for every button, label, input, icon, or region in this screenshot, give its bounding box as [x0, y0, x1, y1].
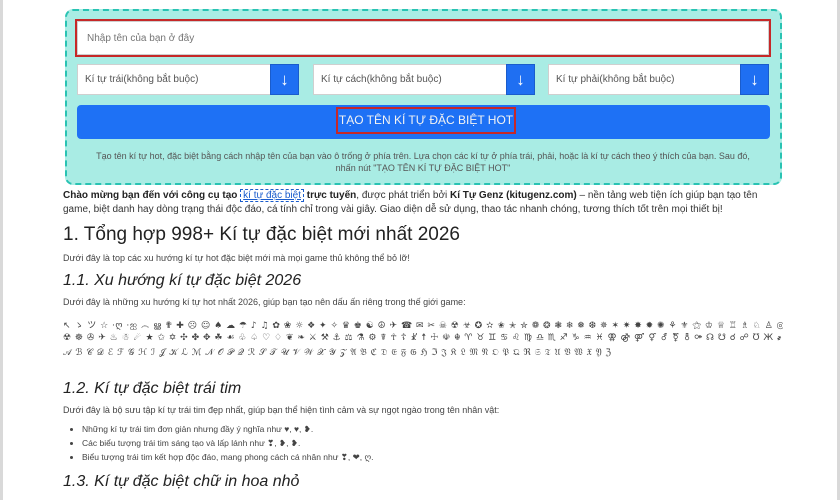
middle-char-select[interactable]: Kí tự cách(không bắt buộc): [313, 64, 507, 95]
section-1-title: 1. Tổng hợp 998+ Kí tự đặc biệt mới nhất…: [63, 224, 460, 245]
section-1-3-title: 1.3. Kí tự đặc biệt chữ in hoa nhỏ: [63, 473, 300, 490]
left-char-select[interactable]: Kí tự trái(không bắt buộc): [77, 64, 271, 95]
list-item: Các biểu tượng trái tim sáng tạo và lấp …: [82, 438, 374, 449]
section-1-1-desc: Dưới đây là những xu hướng kí tự hot nhấ…: [63, 297, 466, 307]
list-item: Biểu tượng trái tim kết hợp độc đáo, man…: [82, 452, 374, 463]
intro-bold-after-link: trực tuyến: [306, 190, 357, 201]
right-char-select[interactable]: Kí tự phải(không bắt buộc): [548, 64, 741, 95]
heart-bullet-list: Những kí tự trái tim đơn giản nhưng đầy …: [70, 424, 374, 466]
left-select-arrow-icon[interactable]: ↓: [270, 64, 299, 95]
list-item: Những kí tự trái tim đơn giản nhưng đầy …: [82, 424, 374, 435]
intro-brand: Kí Tự Genz (kitugenz.com): [450, 190, 577, 201]
section-1-1-title: 1.1. Xu hướng kí tự đặc biệt 2026: [63, 272, 302, 289]
section-1-2-desc: Dưới đây là bộ sưu tập kí tự trái tim đẹ…: [63, 405, 500, 415]
section-1-desc: Dưới đây là top các xu hướng kí tự hot đ…: [63, 253, 410, 263]
form-hint: Tạo tên kí tự hot, đặc biệt bằng cách nh…: [96, 151, 750, 173]
section-1-2-title: 1.2. Kí tự đặc biệt trái tim: [63, 380, 242, 397]
intro-lead: Chào mừng bạn đến với công cụ tạo: [63, 190, 238, 201]
symbols-line-3: 𝒜 ℬ 𝒞 𝒟 ℰ ℱ 𝒢 ℋ ℐ 𝒥 𝒦 ℒ ℳ 𝒩 𝒪 𝒫 𝒬 ℛ 𝒮 𝒯 …: [63, 348, 612, 358]
intro-text-1: , được phát triển bởi: [356, 190, 448, 201]
symbols-line-2: ☢ ☸ ✇ ✈ ♨ ☃ ☄ ★ ✩ ✡ ✣ ✤ ✥ ☘ ☙ ♧ ♤ ♡ ♢ ❦ …: [63, 333, 783, 343]
name-input[interactable]: [75, 19, 771, 57]
special-chars-link[interactable]: kí tự đặc biệt: [240, 189, 304, 202]
symbols-line-1: ↖ ゝ ツ ☆ ·ღ ·ஐ ෴ ൠ ✟ ✚ ☹ ☺ ♠ ☁ ☂ ♪ ♫ ✿ ❀ …: [63, 321, 783, 331]
left-frame-border: [0, 0, 3, 500]
intro-paragraph: Chào mừng bạn đến với công cụ tạo kí tự …: [63, 189, 778, 217]
middle-select-arrow-icon[interactable]: ↓: [506, 64, 535, 95]
generate-button-label[interactable]: TẠO TÊN KÍ TỰ ĐẶC BIỆT HOT: [336, 107, 516, 134]
right-select-arrow-icon[interactable]: ↓: [740, 64, 769, 95]
